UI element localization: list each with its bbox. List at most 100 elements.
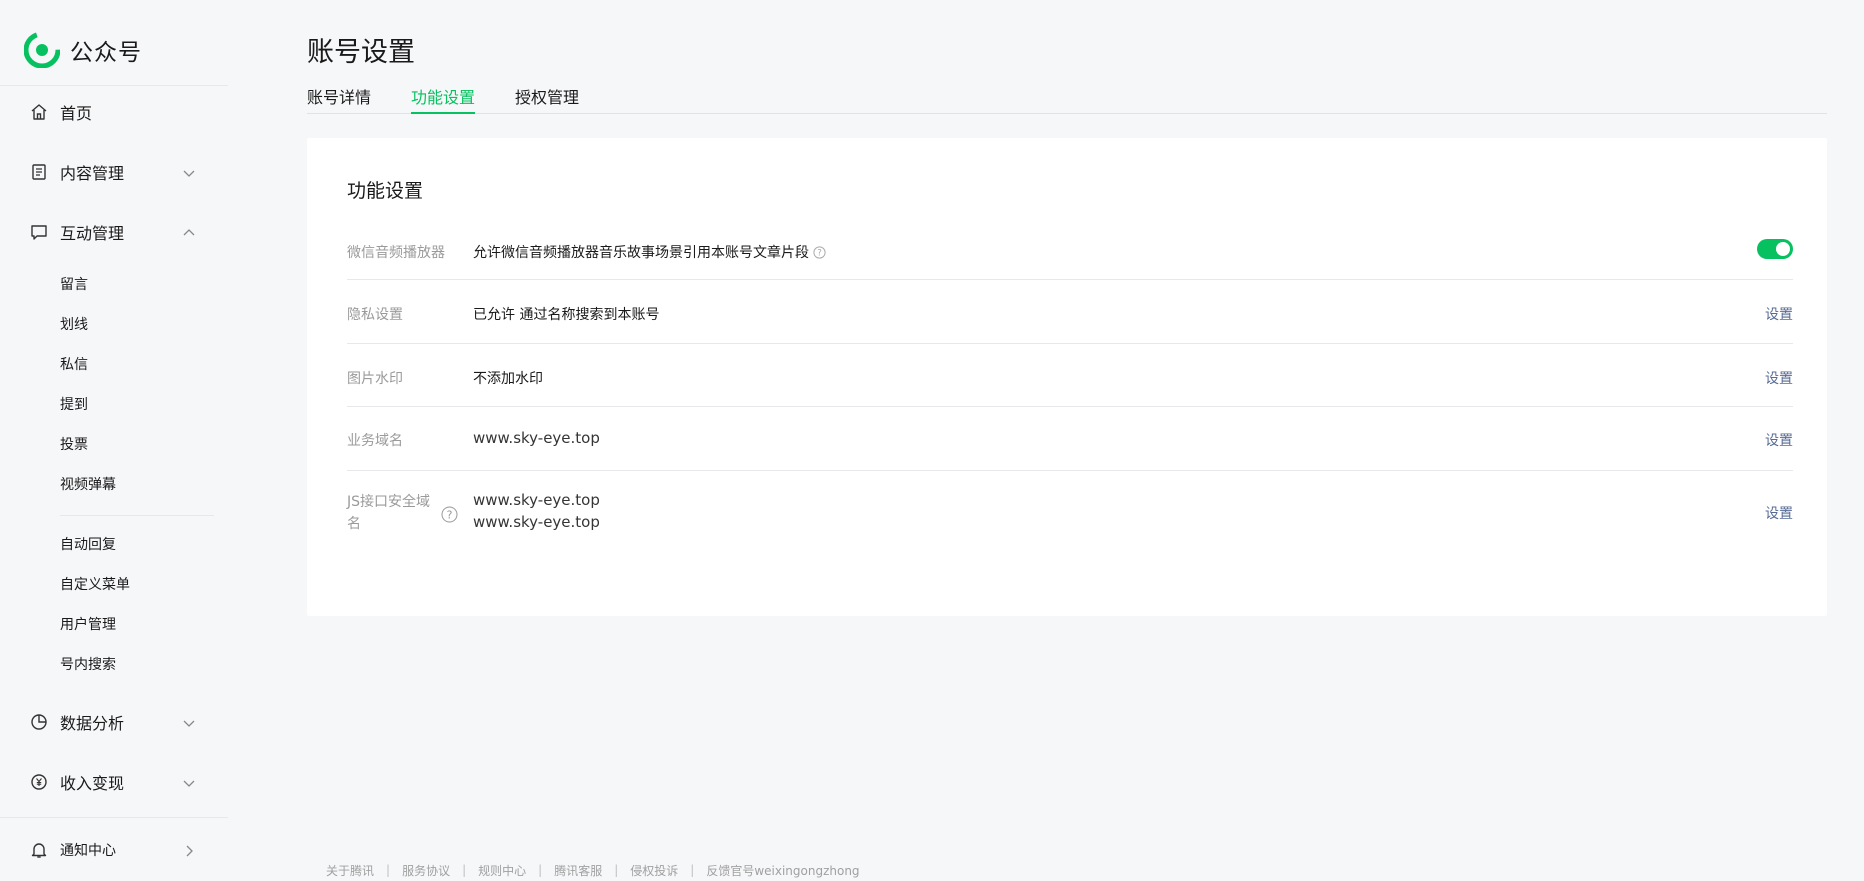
logo-text: 公众号 [70, 40, 142, 66]
page-title: 账号设置 [307, 37, 415, 68]
setting-value-text: 允许微信音频播放器音乐故事场景引用本账号文章片段 [473, 245, 809, 261]
setting-label: JS接口安全域名 [347, 494, 431, 532]
setting-value-text: 不添加水印 [473, 371, 543, 387]
sidebar-subitem-mentions[interactable]: 提到 [0, 388, 228, 420]
sidebar-item-content-mgmt[interactable]: 内容管理 [0, 152, 228, 192]
tab-feature-settings[interactable]: 功能设置 [411, 84, 476, 114]
sidebar-subitem-underline[interactable]: 划线 [0, 308, 228, 340]
setting-row-watermark: 图片水印 不添加水印 设置 [347, 344, 1793, 407]
sidebar-subitem-label: 用户管理 [60, 617, 116, 633]
setting-value: www.sky-eye.top [473, 429, 600, 447]
footer-separator: | [538, 863, 543, 877]
sidebar-subitem-label: 留言 [60, 277, 88, 293]
setting-label: 业务域名 [347, 433, 403, 449]
sidebar-subitem-label: 划线 [60, 317, 88, 333]
sidebar-divider [0, 85, 228, 86]
sidebar-subdivider [60, 515, 214, 516]
question-icon[interactable]: ? [813, 245, 826, 259]
sidebar-subitem-custom-menu[interactable]: 自定义菜单 [0, 568, 228, 600]
setting-row-js-domain: JS接口安全域名 ? www.sky-eye.top www.sky-eye.t… [347, 471, 1793, 561]
setting-value: 不添加水印 [473, 368, 543, 388]
sidebar-item-interaction-mgmt[interactable]: 互动管理 [0, 212, 228, 252]
panel-title: 功能设置 [347, 180, 424, 202]
chevron-up-icon [182, 225, 196, 239]
sidebar-subitem-label: 视频弹幕 [60, 477, 116, 493]
watermark-settings-link[interactable]: 设置 [1765, 368, 1793, 388]
sidebar-subitem-label: 提到 [60, 397, 88, 413]
setting-label: 图片水印 [347, 371, 403, 387]
tab-bar: 账号详情 功能设置 授权管理 [307, 84, 1827, 114]
sidebar-subitem-votes[interactable]: 投票 [0, 428, 228, 460]
yen-coin-icon [30, 773, 48, 791]
footer-link-feedback[interactable]: 反馈官号weixingongzhong [706, 862, 859, 879]
sidebar-divider [0, 817, 228, 818]
footer-link-service-agreement[interactable]: 服务协议 [402, 862, 450, 879]
bell-icon [30, 841, 48, 859]
sidebar-item-notifications[interactable]: 通知中心 [0, 830, 228, 870]
pie-chart-icon [30, 713, 48, 731]
sidebar-subitem-label: 投票 [60, 437, 88, 453]
wechat-mp-logo-icon [24, 32, 60, 68]
sidebar-subitem-label: 自定义菜单 [60, 577, 130, 593]
setting-row-privacy: 隐私设置 已允许 通过名称搜索到本账号 设置 [347, 280, 1793, 344]
feature-settings-panel: 功能设置 微信音频播放器 允许微信音频播放器音乐故事场景引用本账号文章片段 ? … [307, 138, 1827, 616]
question-icon[interactable]: ? [441, 506, 458, 523]
sidebar-subitem-danmaku[interactable]: 视频弹幕 [0, 468, 228, 500]
sidebar-item-label: 收入变现 [60, 774, 125, 793]
chevron-right-icon [182, 843, 196, 857]
setting-value-text: www.sky-eye.top [473, 429, 600, 447]
sidebar-item-label: 内容管理 [60, 164, 125, 183]
sidebar-subitem-in-account-search[interactable]: 号内搜索 [0, 648, 228, 680]
setting-value-text: www.sky-eye.top [473, 513, 600, 531]
footer: 关于腾讯 | 服务协议 | 规则中心 | 腾讯客服 | 侵权投诉 | 反馈官号w… [326, 862, 860, 878]
svg-text:?: ? [817, 248, 822, 258]
footer-separator: | [690, 863, 695, 877]
sidebar-item-label: 通知中心 [60, 843, 116, 859]
setting-label: 微信音频播放器 [347, 245, 445, 261]
sidebar-item-revenue[interactable]: 收入变现 [0, 762, 228, 802]
sidebar-subitem-comments[interactable]: 留言 [0, 268, 228, 300]
sidebar-subitem-user-mgmt[interactable]: 用户管理 [0, 608, 228, 640]
setting-value: 允许微信音频播放器音乐故事场景引用本账号文章片段 ? [473, 242, 826, 262]
sidebar-item-label: 数据分析 [60, 714, 125, 733]
setting-value: www.sky-eye.top [473, 513, 600, 531]
svg-text:?: ? [447, 508, 453, 521]
footer-link-customer-service[interactable]: 腾讯客服 [554, 862, 602, 879]
chevron-down-icon [182, 165, 196, 179]
sidebar-item-data-analysis[interactable]: 数据分析 [0, 702, 228, 742]
sidebar-item-label: 互动管理 [60, 224, 125, 243]
privacy-settings-link[interactable]: 设置 [1765, 304, 1793, 324]
sidebar-subitem-messages[interactable]: 私信 [0, 348, 228, 380]
footer-link-about[interactable]: 关于腾讯 [326, 862, 374, 879]
footer-link-rules-center[interactable]: 规则中心 [478, 862, 526, 879]
home-icon [30, 103, 48, 121]
sidebar-item-home[interactable]: 首页 [0, 92, 228, 132]
setting-value-text: www.sky-eye.top [473, 491, 600, 509]
sidebar-subitem-label: 自动回复 [60, 537, 116, 553]
sidebar-subitem-auto-reply[interactable]: 自动回复 [0, 528, 228, 560]
logo[interactable]: 公众号 [24, 32, 142, 68]
js-domain-settings-link[interactable]: 设置 [1765, 503, 1793, 523]
audio-player-toggle[interactable] [1757, 239, 1793, 259]
chevron-down-icon [182, 775, 196, 789]
setting-value: www.sky-eye.top [473, 491, 600, 509]
chevron-down-icon [182, 715, 196, 729]
setting-label: 隐私设置 [347, 307, 403, 323]
sidebar-item-label: 首页 [60, 104, 93, 123]
sidebar-subitem-label: 私信 [60, 357, 88, 373]
document-icon [30, 163, 48, 181]
setting-value: 已允许 通过名称搜索到本账号 [473, 304, 659, 324]
tab-authorization-mgmt[interactable]: 授权管理 [515, 84, 579, 114]
setting-row-business-domain: 业务域名 www.sky-eye.top 设置 [347, 407, 1793, 471]
tab-account-details[interactable]: 账号详情 [307, 84, 371, 114]
footer-separator: | [386, 863, 391, 877]
footer-link-infringement[interactable]: 侵权投诉 [630, 862, 678, 879]
setting-value-text: 已允许 通过名称搜索到本账号 [473, 307, 660, 323]
sidebar: 公众号 首页 内容管理 互动管理 留言 划线 私信 提到 投票 视频弹幕 自动回… [0, 0, 228, 881]
business-domain-settings-link[interactable]: 设置 [1765, 430, 1793, 450]
footer-separator: | [462, 863, 467, 877]
chat-bubble-icon [30, 223, 48, 241]
footer-separator: | [614, 863, 619, 877]
sidebar-subitem-label: 号内搜索 [60, 657, 116, 673]
setting-row-audio-player: 微信音频播放器 允许微信音频播放器音乐故事场景引用本账号文章片段 ? [347, 218, 1793, 280]
